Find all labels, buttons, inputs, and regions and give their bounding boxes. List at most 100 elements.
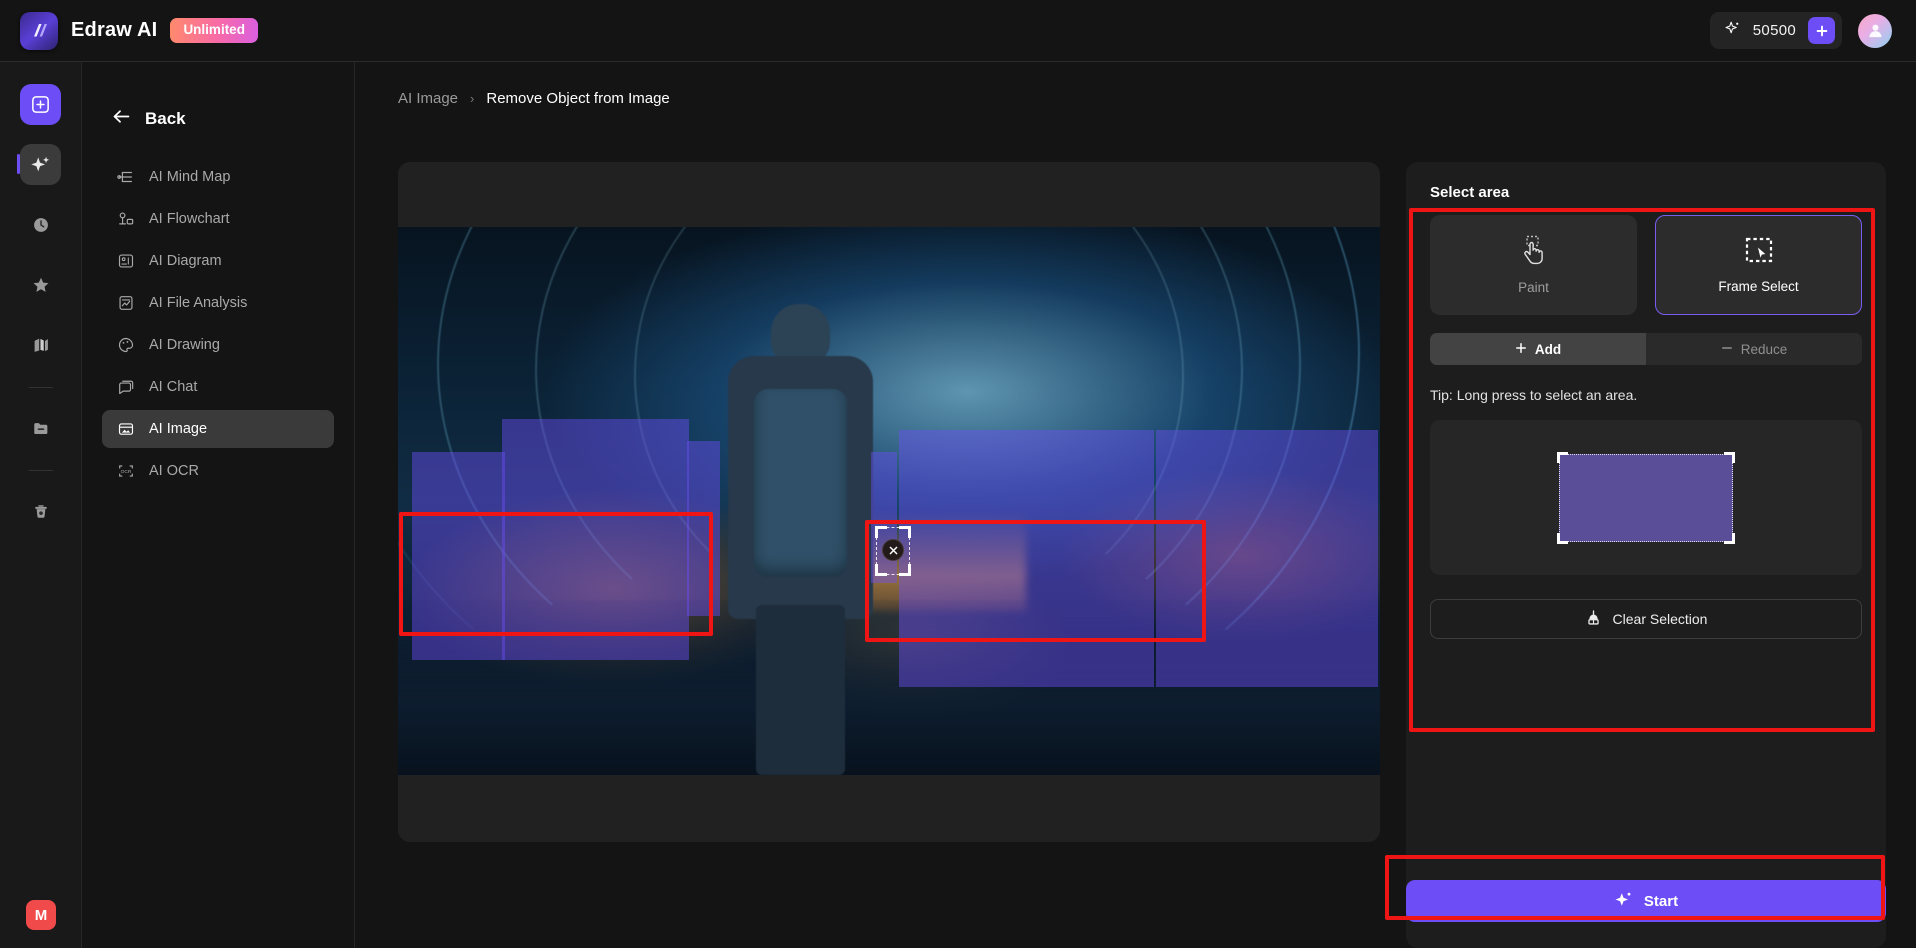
start-label: Start xyxy=(1644,893,1678,910)
clear-selection-label: Clear Selection xyxy=(1613,611,1708,627)
paint-mode-label: Paint xyxy=(1518,280,1549,295)
ocr-icon: OCR xyxy=(116,462,135,481)
paint-hand-icon xyxy=(1519,235,1549,270)
add-reduce-toggle: Add Reduce xyxy=(1430,333,1862,365)
sidebar-item-label: AI Chat xyxy=(149,379,197,395)
user-initial-badge[interactable]: M xyxy=(26,900,56,930)
breadcrumb-parent[interactable]: AI Image xyxy=(398,90,458,107)
start-button[interactable]: Start xyxy=(1406,880,1886,922)
add-label: Add xyxy=(1535,342,1561,357)
plan-badge: Unlimited xyxy=(170,18,258,43)
sparkle-icon xyxy=(1724,20,1741,42)
avatar[interactable] xyxy=(1858,14,1892,48)
sidebar-item-label: AI Mind Map xyxy=(149,169,230,185)
image-icon xyxy=(116,420,135,439)
edraw-logo-icon xyxy=(20,12,58,50)
preview-corner-top-left[interactable] xyxy=(1557,452,1568,463)
sidebar-item-label: AI Image xyxy=(149,421,207,437)
plus-sign-icon xyxy=(1515,342,1527,357)
start-button-wrapper: Start xyxy=(1406,880,1886,922)
sidebar-item-ai-image[interactable]: AI Image xyxy=(102,410,334,448)
sparkle-icon xyxy=(1614,890,1633,913)
frame-select-mode-label: Frame Select xyxy=(1718,279,1798,294)
source-image[interactable] xyxy=(398,227,1380,775)
selection-overlay-patch[interactable] xyxy=(412,452,505,660)
sidebar-item-ai-mind-map[interactable]: AI Mind Map xyxy=(102,158,334,196)
plus-icon xyxy=(1815,24,1829,38)
sidebar-item-ai-ocr[interactable]: OCR AI OCR xyxy=(102,452,334,490)
selection-preview xyxy=(1430,420,1862,575)
add-credits-button[interactable] xyxy=(1808,17,1835,44)
breadcrumb-current: Remove Object from Image xyxy=(486,90,669,107)
sidebar-item-label: AI Drawing xyxy=(149,337,220,353)
rail-divider-2 xyxy=(29,470,53,471)
brand-name: Edraw AI xyxy=(71,19,157,42)
handle-corner-bottom-right[interactable] xyxy=(899,564,911,576)
credits-value: 50500 xyxy=(1753,22,1796,39)
recent-clock-icon[interactable] xyxy=(20,204,61,245)
preview-corner-bottom-right[interactable] xyxy=(1724,533,1735,544)
mind-map-icon xyxy=(116,168,135,187)
paint-mode-button[interactable]: Paint xyxy=(1430,215,1637,315)
sidebar-item-ai-diagram[interactable]: AI Diagram xyxy=(102,242,334,280)
new-document-icon[interactable] xyxy=(20,84,61,125)
chat-bubble-icon xyxy=(116,378,135,397)
handle-corner-top-left[interactable] xyxy=(875,526,887,538)
preview-corner-bottom-left[interactable] xyxy=(1557,533,1568,544)
minus-sign-icon xyxy=(1721,342,1733,357)
chevron-right-icon: › xyxy=(470,91,474,106)
diagram-icon xyxy=(116,252,135,271)
credits-widget[interactable]: 50500 xyxy=(1710,12,1842,49)
handle-corner-bottom-left[interactable] xyxy=(875,564,887,576)
remove-selection-button[interactable] xyxy=(882,539,904,561)
left-icon-rail: M xyxy=(0,62,82,948)
trash-icon[interactable] xyxy=(20,490,61,531)
svg-text:OCR: OCR xyxy=(120,469,131,475)
close-x-icon xyxy=(888,545,899,556)
sidebar-item-ai-file-analysis[interactable]: AI File Analysis xyxy=(102,284,334,322)
clear-selection-button[interactable]: Clear Selection xyxy=(1430,599,1862,639)
frame-select-icon xyxy=(1744,236,1774,269)
back-button[interactable]: Back xyxy=(102,90,334,148)
sidebar-item-ai-drawing[interactable]: AI Drawing xyxy=(102,326,334,364)
select-area-panel: Select area Paint xyxy=(1406,162,1886,948)
sidebar-item-label: AI OCR xyxy=(149,463,199,479)
top-bar-right: 50500 xyxy=(1710,12,1892,49)
handle-corner-top-right[interactable] xyxy=(899,526,911,538)
templates-icon[interactable] xyxy=(20,324,61,365)
reduce-button[interactable]: Reduce xyxy=(1646,333,1862,365)
selection-overlay-patch[interactable] xyxy=(899,430,1154,688)
preview-dashed-border xyxy=(1559,454,1733,542)
rail-divider-1 xyxy=(29,387,53,388)
arrow-left-icon xyxy=(112,108,131,130)
frame-select-mode-button[interactable]: Frame Select xyxy=(1655,215,1862,315)
back-label: Back xyxy=(145,109,186,129)
image-canvas[interactable] xyxy=(398,162,1380,842)
figure-legs xyxy=(756,605,846,775)
selection-overlay-patch[interactable] xyxy=(502,419,689,660)
file-analysis-icon xyxy=(116,294,135,313)
sidebar-item-ai-chat[interactable]: AI Chat xyxy=(102,368,334,406)
selection-overlay-patch[interactable] xyxy=(687,441,720,616)
app-window: Edraw AI Unlimited 50500 xyxy=(0,0,1916,948)
main-content: AI Image › Remove Object from Image xyxy=(356,62,1916,948)
user-avatar-icon xyxy=(1866,21,1885,40)
sidebar-item-ai-flowchart[interactable]: AI Flowchart xyxy=(102,200,334,238)
folder-icon[interactable] xyxy=(20,407,61,448)
top-bar: Edraw AI Unlimited 50500 xyxy=(0,0,1916,62)
broom-icon xyxy=(1585,609,1602,629)
favorites-star-icon[interactable] xyxy=(20,264,61,305)
reduce-label: Reduce xyxy=(1741,342,1788,357)
secondary-sidebar: Back AI Mind Map xyxy=(82,62,355,948)
sidebar-item-label: AI Diagram xyxy=(149,253,222,269)
preview-corner-top-right[interactable] xyxy=(1724,452,1735,463)
add-button[interactable]: Add xyxy=(1430,333,1646,365)
selection-overlay-patch[interactable] xyxy=(1156,430,1378,688)
ai-sparkle-icon[interactable] xyxy=(20,144,61,185)
figure-backpack xyxy=(754,389,847,578)
sidebar-item-label: AI File Analysis xyxy=(149,295,247,311)
preview-selection-rect[interactable] xyxy=(1559,454,1733,542)
breadcrumb: AI Image › Remove Object from Image xyxy=(356,62,1916,107)
brand-block: Edraw AI Unlimited xyxy=(20,12,258,50)
tip-text: Tip: Long press to select an area. xyxy=(1430,387,1862,403)
